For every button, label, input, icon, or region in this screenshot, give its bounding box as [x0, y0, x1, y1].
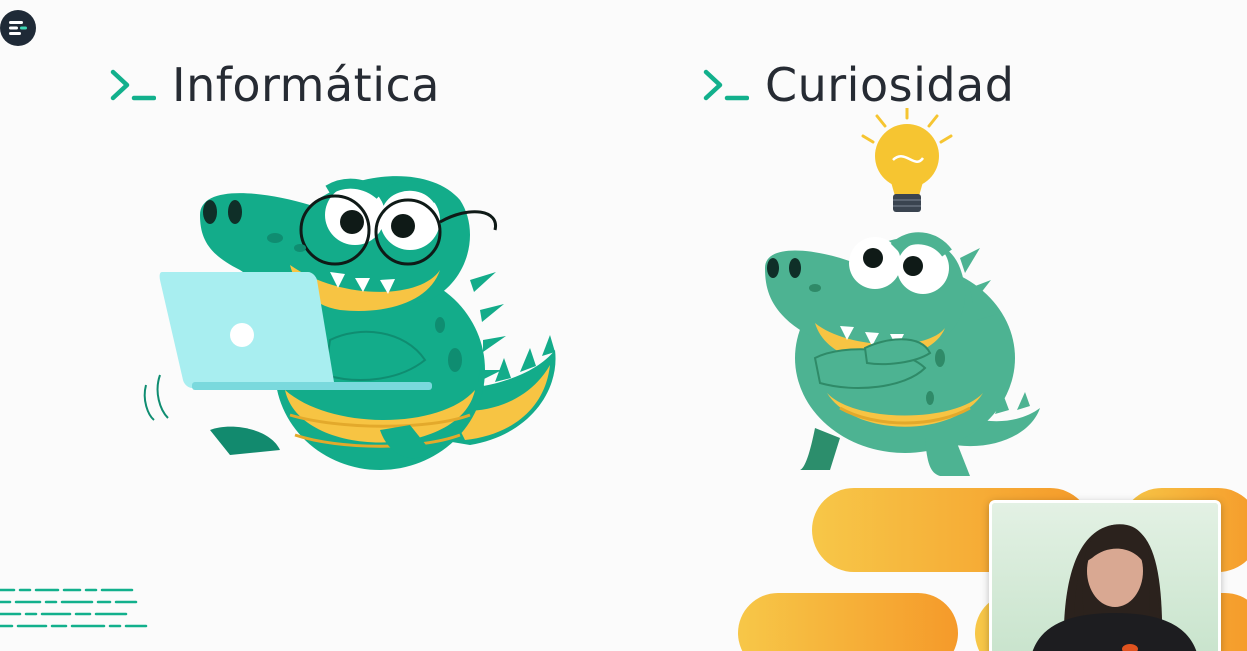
section-title-curiosidad: Curiosidad	[703, 58, 1014, 112]
crocodile-laptop-illustration	[143, 176, 556, 470]
terminal-prompt-icon	[703, 69, 749, 101]
lightbulb-icon	[875, 124, 939, 212]
app-logo-button[interactable]	[0, 10, 36, 46]
presenter-video	[992, 503, 1218, 651]
stripe-3	[738, 593, 958, 651]
section-title-informatica: Informática	[110, 58, 440, 112]
presentation-slide: Informática Curiosidad	[0, 0, 1247, 651]
crocodile-curiosity-illustration	[765, 108, 1040, 476]
left-title-text: Informática	[172, 58, 440, 112]
presenter-webcam-overlay[interactable]	[989, 500, 1221, 651]
decorative-code-lines	[0, 588, 148, 628]
terminal-prompt-icon	[110, 69, 156, 101]
menu-logo-icon	[9, 21, 27, 35]
right-title-text: Curiosidad	[765, 58, 1015, 112]
